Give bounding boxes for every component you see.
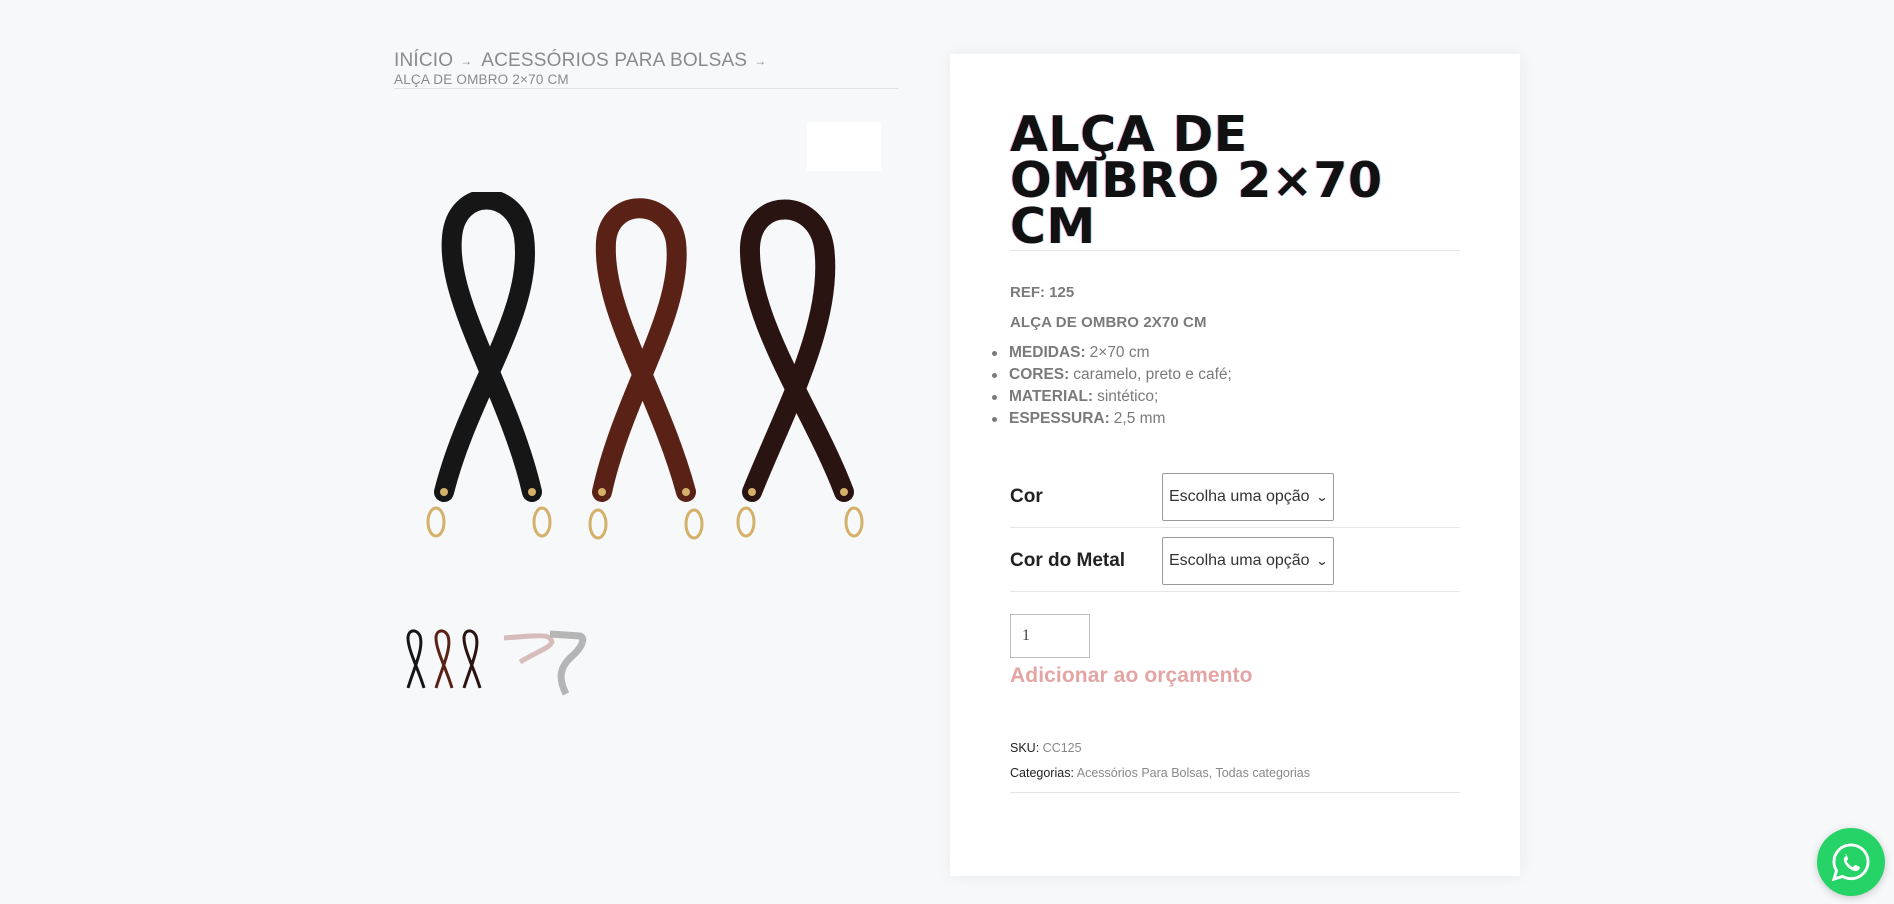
spec-label: CORES: (1009, 366, 1070, 383)
category-link[interactable]: Acessórios Para Bolsas (1077, 766, 1209, 780)
strap-black (426, 192, 552, 538)
category-link[interactable]: Todas categorias (1215, 766, 1310, 780)
sku-line: SKU: CC125 (1010, 736, 1460, 761)
spec-label: MEDIDAS: (1009, 344, 1086, 361)
breadcrumb-home-link[interactable]: INÍCIO (394, 50, 453, 72)
spec-item: MATERIAL: sintético; (1009, 386, 1232, 408)
cor-select[interactable]: Escolha uma opção ⌄ (1162, 472, 1334, 521)
arrow-right-icon: → (460, 54, 473, 68)
whatsapp-button[interactable] (1817, 828, 1885, 896)
whatsapp-icon (1831, 843, 1870, 882)
spec-value: caramelo, preto e café; (1073, 366, 1232, 383)
strap-caramel (588, 198, 704, 540)
categories-label: Categorias: (1010, 766, 1074, 780)
spec-label: ESPESSURA: (1009, 410, 1110, 427)
breadcrumb-current: ALÇA DE OMBRO 2×70 CM (394, 72, 569, 87)
thumbnail-1[interactable] (400, 628, 490, 698)
category-separator: , (1208, 766, 1213, 780)
spec-value: 2×70 cm (1089, 344, 1150, 361)
product-summary: ALÇA DE OMBRO 2×70 CM REF: 125 ALÇA DE O… (950, 54, 1520, 876)
breadcrumb: INÍCIO → ACESSÓRIOS PARA BOLSAS → ALÇA D… (394, 50, 898, 89)
cor-do-metal-select[interactable]: Escolha uma opção ⌄ (1162, 536, 1334, 585)
gallery-thumbnails (400, 628, 590, 698)
product-subtitle: ALÇA DE OMBRO 2X70 CM (1010, 314, 1207, 331)
product-specs: MEDIDAS: 2×70 cm CORES: caramelo, preto e … (1009, 342, 1232, 430)
breadcrumb-links: INÍCIO → ACESSÓRIOS PARA BOLSAS → (394, 50, 898, 72)
sku-label: SKU: (1010, 741, 1040, 755)
variation-row-cor-do-metal: Cor do Metal Escolha uma opção ⌄ (1010, 530, 1460, 592)
chevron-down-icon: ⌄ (1315, 489, 1329, 504)
add-to-quote-button[interactable]: Adicionar ao orçamento (1010, 664, 1253, 688)
categories-line: Categorias: Acessórios Para Bolsas, Toda… (1010, 761, 1460, 786)
spec-item: ESPESSURA: 2,5 mm (1009, 408, 1232, 430)
spec-value: 2,5 mm (1113, 410, 1166, 427)
variation-label: Cor (1010, 485, 1043, 507)
select-value: Escolha uma opção (1169, 487, 1310, 505)
variation-label: Cor do Metal (1010, 549, 1126, 571)
product-gallery (394, 122, 898, 552)
spec-label: MATERIAL: (1009, 388, 1094, 405)
quantity-input[interactable]: 1 (1010, 614, 1090, 658)
arrow-right-icon: → (754, 54, 767, 68)
chevron-down-icon: ⌄ (1315, 553, 1329, 568)
divider (1010, 250, 1460, 251)
product-ref: REF: 125 (1010, 284, 1075, 301)
variation-row-cor: Cor Escolha uma opção ⌄ (1010, 466, 1460, 528)
sku-value: CC125 (1042, 741, 1082, 755)
spec-item: MEDIDAS: 2×70 cm (1009, 342, 1232, 364)
strap-coffee (736, 199, 864, 538)
gallery-zoom-button[interactable] (807, 122, 881, 171)
product-main-image[interactable] (414, 192, 884, 542)
breadcrumb-category-link[interactable]: ACESSÓRIOS PARA BOLSAS (481, 50, 747, 72)
spec-item: CORES: caramelo, preto e café; (1009, 364, 1232, 386)
product-title: ALÇA DE OMBRO 2×70 CM (1010, 106, 1383, 255)
select-value: Escolha uma opção (1169, 551, 1310, 569)
thumbnail-2[interactable] (500, 628, 590, 698)
product-meta: SKU: CC125 Categorias: Acessórios Para B… (1010, 736, 1460, 793)
spec-value: sintético; (1097, 388, 1159, 405)
